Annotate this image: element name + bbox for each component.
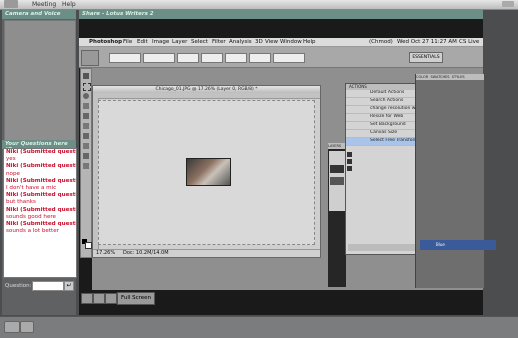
ps-menu-select[interactable]: Select xyxy=(191,39,208,45)
window-controls-icon[interactable] xyxy=(502,1,514,7)
lasso-tool-icon[interactable] xyxy=(83,93,89,99)
app-menubar: Meeting Help xyxy=(0,0,518,10)
chat-log[interactable]: Niki (Submitted question): yes Niki (Sub… xyxy=(3,148,77,278)
chat-line: Niki (Submitted question): xyxy=(6,177,76,184)
check-icon[interactable] xyxy=(347,166,352,171)
photoshop-menubar: Photoshop File Edit Image Layer Select F… xyxy=(79,38,483,47)
placed-image[interactable] xyxy=(186,158,231,186)
send-button[interactable]: ↵ xyxy=(64,281,74,291)
tab-swatches[interactable]: SWATCHES xyxy=(430,75,449,79)
chat-line: sounds good here xyxy=(6,213,56,220)
checkbox-column xyxy=(346,150,353,210)
chat-line: Niki (Submitted question): xyxy=(6,206,76,213)
ps-menu-edit[interactable]: Edit xyxy=(137,39,148,45)
ps-menu-file[interactable]: File xyxy=(123,39,132,45)
brush-tool-icon[interactable] xyxy=(83,113,89,119)
tool-preset-icon[interactable] xyxy=(81,50,99,66)
ps-menu-filter[interactable]: Filter xyxy=(212,39,226,45)
ps-menu-analysis[interactable]: Analysis xyxy=(229,39,252,45)
right-panels: COLOR SWATCHES STYLES Blue xyxy=(415,74,496,288)
layer-row-blue[interactable]: Blue xyxy=(420,240,496,250)
ps-clock: Wed Oct 27 11:27 AM xyxy=(397,39,457,45)
document-statusbar: 17.26% Doc: 10.2M/14.0M xyxy=(93,249,320,257)
layer-thumb[interactable] xyxy=(330,177,344,185)
pen-tool-icon[interactable] xyxy=(83,143,89,149)
shape-tool-icon[interactable] xyxy=(83,163,89,169)
document-title[interactable]: Chicago_01.JPG @ 17.26% (Layer 0, RGB/8)… xyxy=(93,86,320,93)
layers-tab[interactable]: LAYERS xyxy=(328,143,346,149)
essentials-button[interactable]: ESSENTIALS xyxy=(409,52,443,63)
screen-button[interactable] xyxy=(105,293,117,304)
chat-line: nope xyxy=(6,170,20,177)
chat-line: I don't have a mic xyxy=(6,185,57,192)
share-title: Share - Lotus Writers 2 xyxy=(79,10,483,19)
option-field[interactable] xyxy=(143,53,175,63)
question-input[interactable] xyxy=(32,281,64,291)
marquee-tool-icon[interactable] xyxy=(83,83,91,91)
check-icon[interactable] xyxy=(347,152,352,157)
horizontal-ruler xyxy=(93,93,320,99)
ps-menu-image[interactable]: Image xyxy=(152,39,169,45)
screen-button[interactable] xyxy=(81,293,93,304)
type-tool-icon[interactable] xyxy=(83,153,89,159)
crop-tool-icon[interactable] xyxy=(83,103,89,109)
ps-menu-layer[interactable]: Layer xyxy=(172,39,187,45)
chat-line: but thanks xyxy=(6,199,36,206)
ps-menu-photoshop[interactable]: Photoshop xyxy=(89,39,122,45)
ps-cs-live[interactable]: CS Live xyxy=(459,39,479,45)
app-logo-icon xyxy=(4,0,18,8)
gradient-tool-icon[interactable] xyxy=(83,133,89,139)
ps-owner: (Chmod) xyxy=(369,39,393,45)
options-bar: ESSENTIALS xyxy=(79,47,483,68)
statusbar xyxy=(0,316,518,338)
question-label: Question: xyxy=(5,283,32,289)
menu-help[interactable]: Help xyxy=(62,1,76,8)
toolbox xyxy=(80,68,92,258)
ps-menu-view[interactable]: View xyxy=(265,39,278,45)
option-field[interactable] xyxy=(109,53,141,63)
option-field[interactable] xyxy=(201,53,223,63)
chat-line: yes xyxy=(6,156,16,163)
menu-meeting[interactable]: Meeting xyxy=(32,1,56,8)
option-field[interactable] xyxy=(273,53,305,63)
camera-voice-header: Camera and Voice xyxy=(2,10,76,19)
share-bottom-bar: Full Screen xyxy=(79,290,483,305)
color-tabs[interactable]: COLOR SWATCHES STYLES xyxy=(416,74,484,80)
option-field[interactable] xyxy=(225,53,247,63)
print-icon[interactable] xyxy=(4,321,20,333)
move-tool-icon[interactable] xyxy=(83,73,89,79)
chat-line: sounds a lot better xyxy=(6,228,59,235)
eraser-tool-icon[interactable] xyxy=(83,123,89,129)
option-field[interactable] xyxy=(177,53,199,63)
chat-line: Niki (Submitted question): xyxy=(6,192,76,199)
background-color-swatch[interactable] xyxy=(85,242,92,249)
fullscreen-button[interactable]: Full Screen xyxy=(117,292,155,305)
doc-info: Doc: 10.2M/14.0M xyxy=(123,250,169,256)
chat-line: Niki (Submitted question): xyxy=(6,163,76,170)
question-area: Question: ↵ xyxy=(2,278,76,315)
expand-icon[interactable] xyxy=(20,321,34,333)
ps-menu-3d[interactable]: 3D xyxy=(255,39,263,45)
check-icon[interactable] xyxy=(347,159,352,164)
layers-panel: LAYERS xyxy=(328,143,346,287)
camera-area xyxy=(4,20,76,146)
screen-button[interactable] xyxy=(93,293,105,304)
chat-line: Niki (Submitted question): xyxy=(6,149,76,155)
layer-thumb[interactable] xyxy=(330,165,344,173)
tab-color[interactable]: COLOR xyxy=(416,75,428,79)
tab-styles[interactable]: STYLES xyxy=(452,75,465,79)
ps-menu-help[interactable]: Help xyxy=(303,39,316,45)
zoom-level[interactable]: 17.26% xyxy=(96,251,115,256)
ps-menu-window[interactable]: Window xyxy=(280,39,302,45)
chat-line: Niki (Submitted question): xyxy=(6,221,76,228)
option-field[interactable] xyxy=(249,53,271,63)
